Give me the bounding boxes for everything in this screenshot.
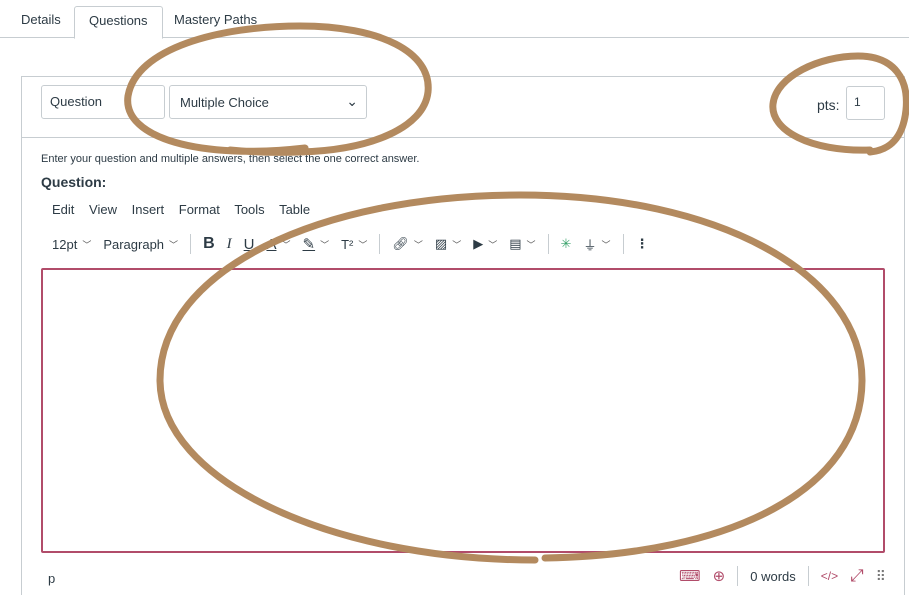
menu-format[interactable]: Format xyxy=(179,202,220,217)
chevron-down-icon: ﹀ xyxy=(358,239,368,250)
more-options-icon[interactable]: ⋮ xyxy=(636,236,649,252)
text-color-icon: A xyxy=(266,235,277,253)
link-icon: 🔗︎ xyxy=(392,236,409,251)
document-button[interactable]: ▤ ﹀ xyxy=(509,236,535,252)
fullscreen-icon[interactable]: ⤢ xyxy=(850,566,864,586)
image-icon: ▨ xyxy=(434,236,448,251)
underline-icon[interactable]: U xyxy=(244,236,255,253)
media-icon: ▶ xyxy=(473,236,484,251)
chevron-down-icon: ﹀ xyxy=(452,239,462,250)
element-path[interactable]: p xyxy=(48,571,55,586)
block-format-value: Paragraph xyxy=(103,236,165,252)
tab-bar: Details Questions Mastery Paths xyxy=(0,0,909,39)
menu-tools[interactable]: Tools xyxy=(234,202,264,217)
text-color-button[interactable]: A ﹀ xyxy=(266,236,290,253)
apps-icon[interactable]: ✳ xyxy=(561,236,572,252)
plugin-button[interactable]: ⏚ ﹀ xyxy=(583,235,610,254)
resize-handle-icon[interactable]: ⠿ xyxy=(876,568,886,585)
word-count[interactable]: 0 words xyxy=(750,569,796,584)
chevron-down-icon: ﹀ xyxy=(526,239,536,250)
chevron-down-icon: ﹀ xyxy=(281,239,291,250)
media-button[interactable]: ▶ ﹀ xyxy=(473,236,497,252)
rich-text-editor-area[interactable] xyxy=(41,268,885,553)
highlight-pen-icon: ✎ xyxy=(302,236,316,253)
superscript-icon: T² xyxy=(341,236,354,252)
chevron-down-icon: ﹀ xyxy=(82,239,92,250)
status-divider xyxy=(807,566,809,586)
superscript-button[interactable]: T² ﹀ xyxy=(341,237,367,252)
tab-mastery-paths[interactable]: Mastery Paths xyxy=(160,6,271,38)
question-header: Question Multiple Choice ⌄ pts: 1 xyxy=(22,77,904,138)
accessibility-icon[interactable]: ⊕ xyxy=(713,567,726,585)
toolbar-divider xyxy=(622,234,624,254)
question-instructions: Enter your question and multiple answers… xyxy=(41,153,420,165)
chevron-down-icon: ⌄ xyxy=(346,93,358,109)
status-actions: ⌨ ⊕ 0 words </> ⤢ ⠿ xyxy=(667,566,886,586)
question-name-input[interactable]: Question xyxy=(41,85,165,119)
tab-questions[interactable]: Questions xyxy=(74,6,163,39)
editor-status-bar: p ⌨ ⊕ 0 words </> ⤢ ⠿ xyxy=(22,561,904,596)
question-type-value: Multiple Choice xyxy=(180,95,269,110)
document-icon: ▤ xyxy=(509,236,522,251)
menu-edit[interactable]: Edit xyxy=(52,202,74,217)
bold-icon[interactable]: B xyxy=(203,235,215,253)
chevron-down-icon: ﹀ xyxy=(413,239,423,250)
plug-icon: ⏚ xyxy=(583,237,597,253)
link-button[interactable]: 🔗︎ ﹀ xyxy=(392,236,423,252)
menu-insert[interactable]: Insert xyxy=(132,202,165,217)
points-input[interactable]: 1 xyxy=(846,86,885,120)
chevron-down-icon: ﹀ xyxy=(601,239,611,250)
menu-table[interactable]: Table xyxy=(279,202,310,217)
question-type-select[interactable]: Multiple Choice ⌄ xyxy=(169,85,367,119)
menu-view[interactable]: View xyxy=(89,202,117,217)
status-divider xyxy=(737,566,739,586)
chevron-down-icon: ﹀ xyxy=(320,239,330,250)
image-button[interactable]: ▨ ﹀ xyxy=(435,236,461,252)
editor-toolbar: 12pt ﹀ Paragraph ﹀ B I U A ﹀ ✎ ﹀ T² ﹀ 🔗︎ ﹀ ▨ ﹀ … xyxy=(52,233,792,255)
question-panel: Question Multiple Choice ⌄ pts: 1 Enter … xyxy=(21,76,905,595)
toolbar-divider xyxy=(379,234,381,254)
italic-icon[interactable]: I xyxy=(227,236,232,253)
chevron-down-icon: ﹀ xyxy=(169,239,179,250)
chevron-down-icon: ﹀ xyxy=(488,239,498,250)
highlight-button[interactable]: ✎ ﹀ xyxy=(303,235,330,253)
keyboard-icon[interactable]: ⌨ xyxy=(679,567,701,585)
toolbar-divider xyxy=(190,234,192,254)
points-label: pts: xyxy=(817,97,840,113)
tab-details[interactable]: Details xyxy=(7,6,75,38)
font-size-value: 12pt xyxy=(52,236,78,252)
font-size-select[interactable]: 12pt ﹀ xyxy=(52,237,91,252)
block-format-select[interactable]: Paragraph ﹀ xyxy=(103,237,178,252)
editor-menubar: Edit View Insert Format Tools Table xyxy=(52,202,321,217)
toolbar-divider xyxy=(547,234,549,254)
question-label: Question: xyxy=(41,174,107,190)
html-editor-toggle[interactable]: </> xyxy=(821,569,838,583)
